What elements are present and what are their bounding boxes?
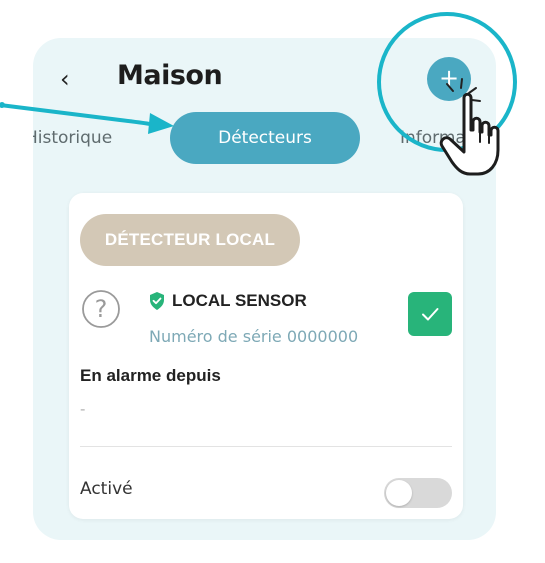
- alarm-since-label: En alarme depuis: [80, 366, 221, 385]
- toggle-knob: [386, 480, 412, 506]
- active-label: Activé: [80, 479, 133, 499]
- shield-check-icon: [150, 292, 164, 310]
- alarm-since-value: -: [80, 400, 86, 418]
- active-toggle[interactable]: [384, 478, 452, 508]
- chevron-left-icon[interactable]: ‹: [60, 64, 82, 94]
- svg-text:?: ?: [95, 295, 108, 323]
- tab-historique[interactable]: Historique: [33, 128, 143, 148]
- question-icon: ?: [82, 290, 120, 328]
- sensor-name: LOCAL SENSOR: [172, 291, 307, 310]
- highlight-circle: [377, 12, 517, 152]
- detector-type-chip: DÉTECTEUR LOCAL: [80, 214, 300, 266]
- annotation-dot: [0, 102, 5, 108]
- page-title: Maison: [117, 60, 223, 91]
- divider: [80, 446, 452, 447]
- sensor-select-checkbox[interactable]: [408, 292, 452, 336]
- serial-number: Numéro de série 0000000: [149, 327, 359, 346]
- checkmark-icon: [422, 308, 439, 321]
- tab-detecteurs[interactable]: Détecteurs: [170, 112, 360, 164]
